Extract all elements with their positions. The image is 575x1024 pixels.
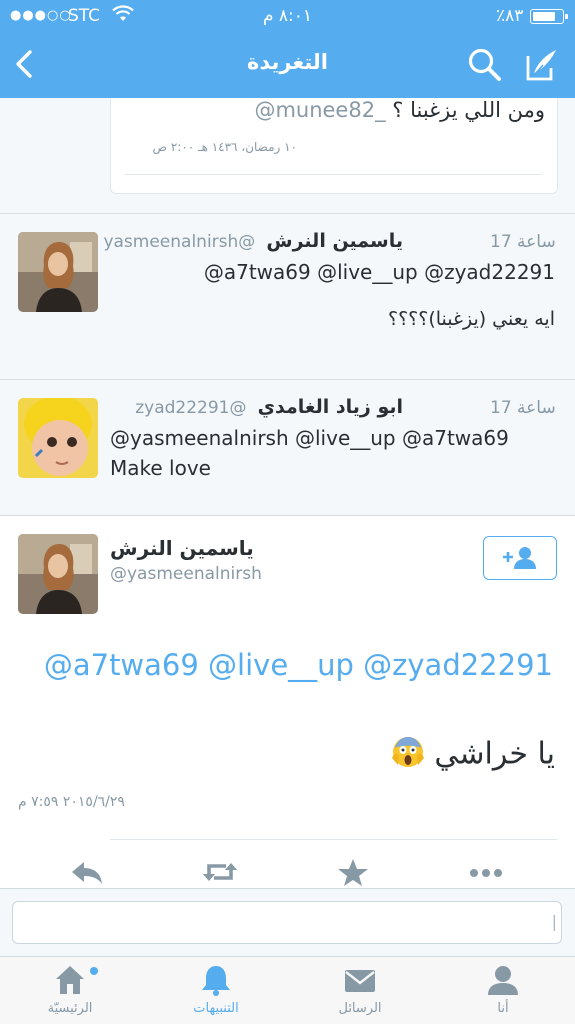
more-options-icon[interactable] — [466, 856, 506, 888]
favorite-star-icon[interactable] — [333, 856, 373, 888]
tab-label: الرئيسيّة — [47, 1001, 93, 1016]
envelope-icon — [345, 970, 375, 992]
reply-tweet[interactable]: 17 ساعة ابو زياد الغامدي @zyad22291 @yas… — [0, 380, 575, 516]
battery-percentage: ٪٨٣ — [496, 6, 524, 26]
tweet-text: ايه يعني (يزغبنا)؟؟؟؟ — [388, 308, 555, 330]
tab-me[interactable]: أنا — [453, 957, 553, 1024]
tab-label: الرسائل — [338, 1001, 382, 1016]
reply-icon[interactable] — [68, 856, 108, 888]
author-name[interactable]: ياسمين النرش — [110, 536, 254, 560]
tab-bar: الرئيسيّة التنبيهات الرسائل أنا — [0, 956, 575, 1024]
tweet-age: 17 ساعة — [490, 398, 556, 418]
avatar[interactable] — [18, 534, 98, 614]
divider — [110, 839, 557, 840]
tab-home[interactable]: الرئيسيّة — [20, 957, 120, 1024]
person-icon — [488, 966, 518, 995]
bell-icon — [202, 966, 230, 996]
follow-button[interactable] — [483, 536, 557, 580]
tweet-text: يا خراشي — [434, 736, 555, 772]
author-handle[interactable]: @yasmeenalnirsh — [110, 564, 262, 584]
tab-label: أنا — [497, 1001, 509, 1016]
quoted-tweet-time: ١٠ رمضان، ١٤٣٦ هـ ٢:٠٠ ص — [152, 140, 297, 154]
text-caret-icon: | — [551, 912, 557, 931]
author-name[interactable]: ياسمين النرش — [266, 230, 403, 252]
author-line: ابو زياد الغامدي @zyad22291 — [135, 396, 403, 418]
search-icon[interactable] — [466, 46, 504, 84]
reply-input[interactable]: | — [12, 901, 562, 944]
unread-dot — [90, 967, 98, 975]
reply-bar: | — [0, 888, 575, 956]
compose-tweet-icon[interactable] — [522, 46, 562, 84]
battery-fill — [533, 12, 556, 21]
author-handle[interactable]: @zyad22291 — [135, 398, 246, 418]
nav-bar: التغريدة — [0, 32, 575, 98]
reply-mentions[interactable]: @yasmeenalnirsh @live__up @a7twa69 — [110, 426, 509, 450]
tweet-actions — [0, 856, 575, 888]
author-handle[interactable]: @yasmeenalnirsh — [103, 232, 255, 252]
quoted-tweet-card[interactable]: ومن اللي يزغبنا ؟ @munee82_ ١٠ رمضان، ١٤… — [110, 98, 558, 194]
battery-icon — [530, 9, 568, 24]
avatar[interactable] — [18, 232, 98, 312]
status-time: ٨:٠١ م — [262, 6, 313, 26]
status-bar: ●●●○○ STC ٨:٠١ م ٪٨٣ — [0, 0, 575, 32]
tweet-text-line: يا خراشي — [385, 734, 555, 776]
quoted-tweet-mention[interactable]: @munee82_ — [254, 98, 385, 122]
tab-messages[interactable]: الرسائل — [310, 957, 410, 1024]
scream-emoji-icon — [391, 734, 425, 776]
main-tweet: ياسمين النرش @yasmeenalnirsh @a7twa69 @l… — [0, 516, 575, 888]
tweet-text: Make love — [110, 456, 211, 480]
author-line: ياسمين النرش @yasmeenalnirsh — [103, 230, 403, 252]
author-name[interactable]: ابو زياد الغامدي — [258, 396, 403, 418]
tweet-mentions[interactable]: @a7twa69 @live__up @zyad22291 — [44, 648, 553, 682]
previous-tweet-area: ومن اللي يزغبنا ؟ @munee82_ ١٠ رمضان، ١٤… — [0, 98, 575, 214]
retweet-icon[interactable] — [200, 856, 240, 888]
home-icon — [56, 966, 84, 994]
add-person-icon — [503, 547, 536, 569]
reply-tweet[interactable]: 17 ساعة ياسمين النرش @yasmeenalnirsh @a7… — [0, 214, 575, 380]
quoted-tweet-body: ومن اللي يزغبنا ؟ — [392, 98, 545, 122]
quoted-tweet-text: ومن اللي يزغبنا ؟ @munee82_ — [254, 98, 545, 122]
avatar[interactable] — [18, 398, 98, 478]
tweet-age: 17 ساعة — [490, 232, 556, 252]
tab-notifications[interactable]: التنبيهات — [166, 957, 266, 1024]
divider — [125, 174, 543, 175]
reply-mentions[interactable]: @a7twa69 @live__up @zyad22291 — [204, 260, 555, 284]
tweet-date: ٢٠١٥/٦/٢٩ ٧:٥٩ م — [18, 794, 125, 810]
tab-label: التنبيهات — [193, 1001, 239, 1016]
